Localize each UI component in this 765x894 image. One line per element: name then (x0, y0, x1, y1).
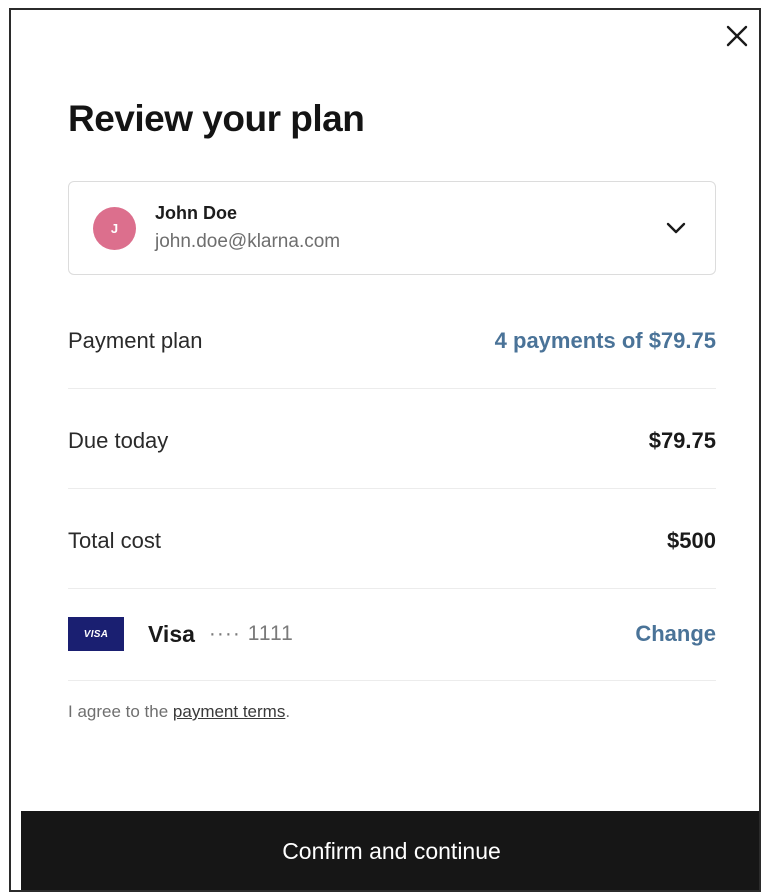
review-plan-modal: Review your plan J John Doe john.doe@kla… (9, 8, 761, 892)
account-selector[interactable]: J John Doe john.doe@klarna.com (68, 181, 716, 275)
close-icon (726, 25, 748, 47)
payment-method-info: VISA Visa ···· 1111 (68, 617, 294, 651)
card-brand: Visa (148, 620, 195, 647)
payment-plan-label: Payment plan (68, 328, 203, 353)
chevron-down-icon (666, 222, 686, 234)
account-expand-button[interactable] (663, 215, 689, 241)
account-info: John Doe john.doe@klarna.com (155, 203, 663, 253)
total-cost-value: $500 (667, 528, 716, 553)
account-email: john.doe@klarna.com (155, 231, 341, 252)
payment-terms-link[interactable]: payment terms (173, 702, 285, 721)
divider (68, 488, 716, 489)
page-title: Review your plan (68, 98, 365, 139)
terms-suffix: . (285, 702, 291, 721)
visa-logo: VISA (68, 617, 124, 651)
card-number-masked: ···· 1111 (208, 622, 294, 645)
payment-method-row: VISA Visa ···· 1111 Change (68, 617, 716, 651)
due-today-label: Due today (68, 428, 169, 453)
total-cost-label: Total cost (68, 528, 161, 553)
divider (68, 388, 716, 389)
account-name: John Doe (155, 203, 238, 223)
due-today-value: $79.75 (648, 428, 716, 453)
divider (68, 588, 716, 589)
terms-prefix: I agree to the (68, 702, 173, 721)
divider (68, 680, 716, 681)
change-payment-button[interactable]: Change (635, 621, 716, 647)
due-today-row: Due today $79.75 (68, 428, 716, 454)
payment-plan-value[interactable]: 4 payments of $79.75 (495, 328, 716, 354)
total-cost-row: Total cost $500 (68, 528, 716, 554)
confirm-and-continue-button[interactable]: Confirm and continue (21, 811, 759, 890)
close-button[interactable] (723, 22, 751, 50)
payment-plan-row: Payment plan 4 payments of $79.75 (68, 328, 716, 354)
terms-text: I agree to the payment terms. (68, 702, 290, 722)
avatar: J (93, 206, 136, 250)
